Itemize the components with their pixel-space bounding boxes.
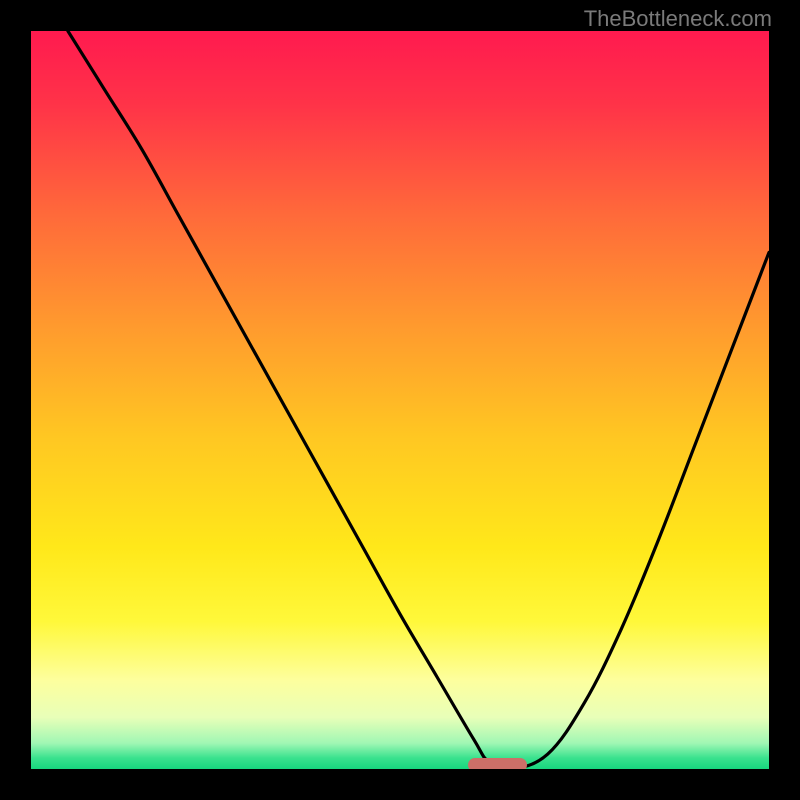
plot-area — [31, 31, 769, 769]
chart-container: TheBottleneck.com — [0, 0, 800, 800]
optimal-marker — [468, 758, 527, 769]
bottleneck-curve — [31, 31, 769, 769]
watermark-text: TheBottleneck.com — [584, 6, 772, 32]
